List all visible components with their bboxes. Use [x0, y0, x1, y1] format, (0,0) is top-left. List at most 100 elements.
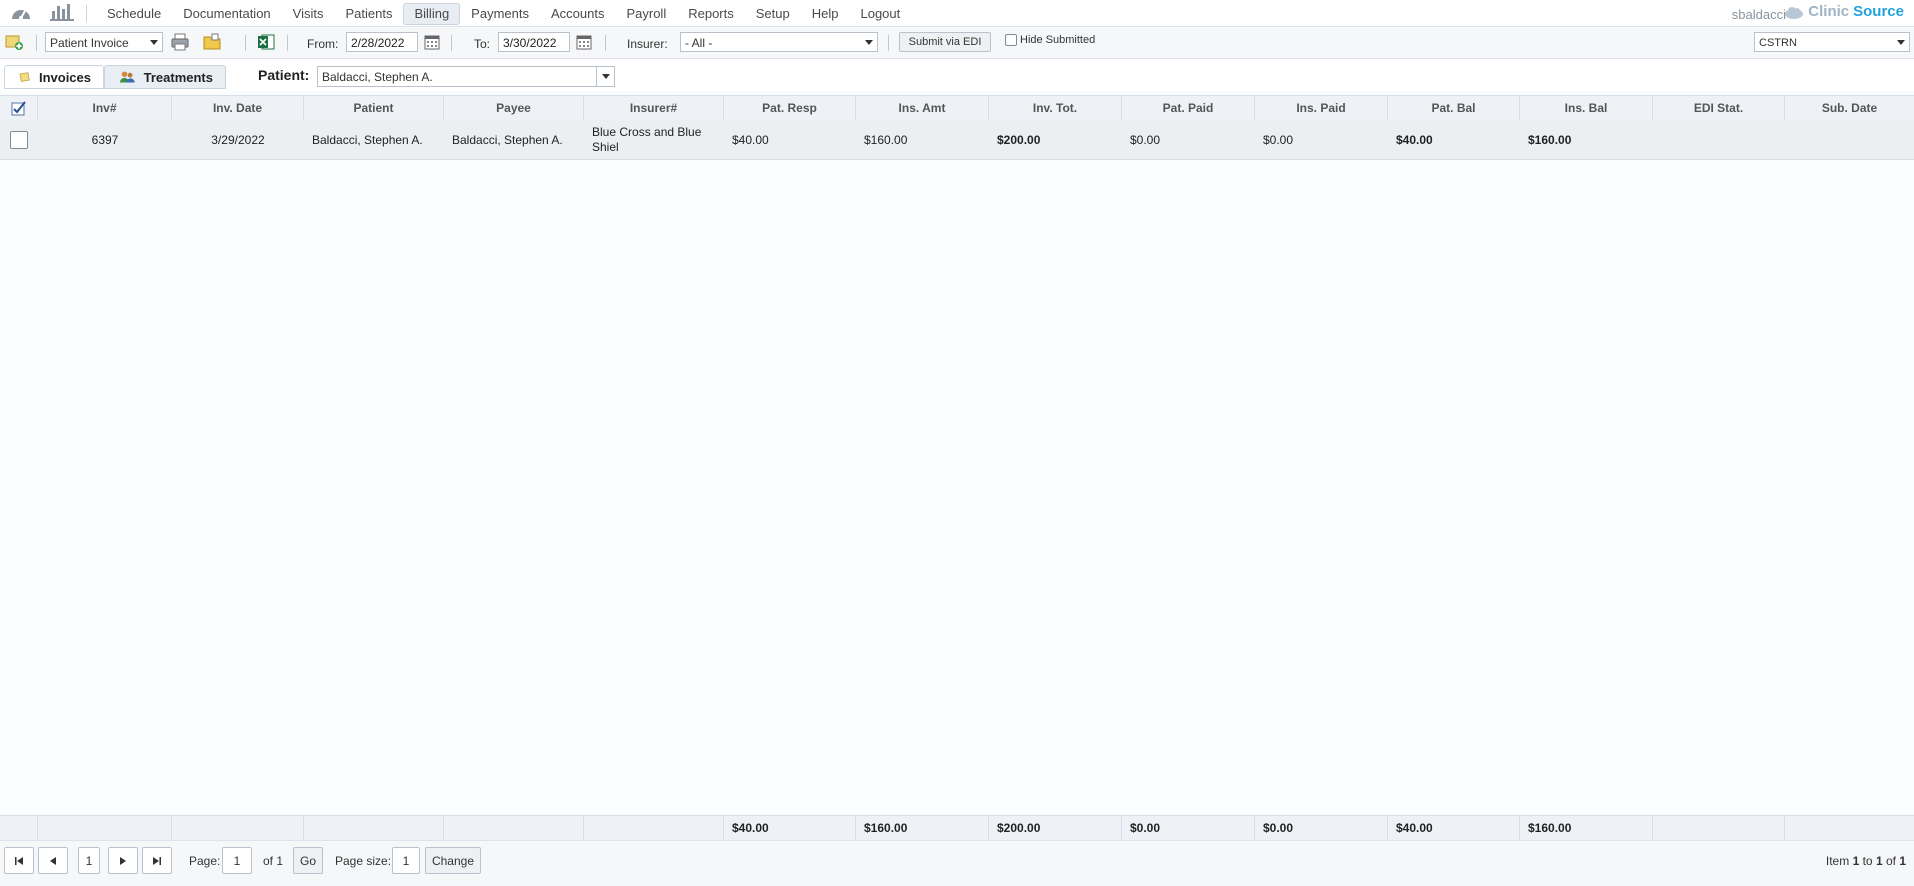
col-payee[interactable]: Payee	[444, 96, 584, 120]
page-number-input[interactable]: 1	[222, 847, 252, 874]
submit-edi-button[interactable]: Submit via EDI	[899, 32, 991, 52]
last-page-button[interactable]	[142, 847, 172, 874]
grid-header: Inv# Inv. Date Patient Payee Insurer# Pa…	[0, 95, 1914, 121]
menu-billing[interactable]: Billing	[403, 3, 461, 25]
go-button[interactable]: Go	[293, 847, 323, 874]
page-size-input[interactable]: 1	[392, 847, 420, 874]
cell-ins-paid: $0.00	[1263, 132, 1294, 147]
row-checkbox-cell	[0, 120, 38, 159]
col-sub-date[interactable]: Sub. Date	[1785, 96, 1914, 120]
cell-edi-status	[1653, 120, 1785, 159]
toolbar-separator	[605, 35, 606, 51]
col-inv-date[interactable]: Inv. Date	[172, 96, 304, 120]
toolbar-separator	[888, 35, 889, 51]
to-calendar-icon[interactable]	[576, 34, 592, 53]
prev-page-icon	[50, 856, 56, 865]
total-pat-bal: $40.00	[1388, 816, 1520, 840]
from-label: From:	[307, 37, 339, 51]
footer-blank	[1785, 816, 1914, 840]
change-button[interactable]: Change	[425, 847, 481, 874]
menu-schedule[interactable]: Schedule	[96, 3, 172, 25]
tab-invoices-label: Invoices	[38, 69, 91, 85]
brand-logo: Clinic Source	[1784, 3, 1904, 20]
toolbar-separator	[451, 35, 452, 51]
col-inv-tot[interactable]: Inv. Tot.	[989, 96, 1122, 120]
total-pat-resp: $40.00	[724, 816, 856, 840]
item-of-label: of	[1882, 854, 1900, 868]
main-menu: Schedule Documentation Visits Patients B…	[96, 3, 911, 25]
menu-visits[interactable]: Visits	[282, 3, 335, 25]
item-to-label: to	[1859, 854, 1876, 868]
cell-payee: Baldacci, Stephen A.	[452, 132, 563, 147]
cell-pat-resp: $40.00	[732, 132, 769, 147]
col-ins-amt[interactable]: Ins. Amt	[856, 96, 989, 120]
from-date-input[interactable]: 2/28/2022	[346, 32, 418, 52]
tabs-row: Invoices Treatments Patient: Baldacci, S…	[0, 59, 1914, 91]
col-pat-bal[interactable]: Pat. Bal	[1388, 96, 1520, 120]
tab-treatments-label: Treatments	[143, 69, 213, 85]
from-calendar-icon[interactable]	[424, 34, 440, 53]
cell-sub-date	[1785, 120, 1914, 159]
tab-invoices[interactable]: Invoices	[4, 65, 104, 89]
menu-setup[interactable]: Setup	[745, 3, 801, 25]
pager: 1 Page: 1 of 1 Go Page size: 1 Change It…	[0, 840, 1914, 886]
hide-submitted-label: Hide Submitted	[1020, 34, 1096, 46]
username: sbaldacci	[1731, 7, 1786, 22]
menu-payments[interactable]: Payments	[460, 3, 540, 25]
cell-ins-amt: $160.00	[864, 132, 908, 147]
report-type-value: Patient Invoice	[50, 36, 129, 50]
col-pat-paid[interactable]: Pat. Paid	[1122, 96, 1255, 120]
menu-accounts[interactable]: Accounts	[540, 3, 615, 25]
footer-blank	[304, 816, 444, 840]
location-select[interactable]: CSTRN	[1754, 32, 1910, 52]
row-checkbox[interactable]	[10, 130, 28, 149]
patient-value: Baldacci, Stephen A.	[322, 70, 433, 84]
hide-submitted-checkbox[interactable]	[1005, 34, 1017, 46]
prev-page-button[interactable]	[38, 847, 68, 874]
col-inv-number[interactable]: Inv#	[38, 96, 172, 120]
col-patient[interactable]: Patient	[304, 96, 444, 120]
table-row[interactable]: 6397 3/29/2022 Baldacci, Stephen A. Bald…	[0, 120, 1914, 160]
cell-pat-paid: $0.00	[1130, 132, 1161, 147]
item-count-text: Item 1 to 1 of 1	[1826, 854, 1906, 868]
toolbar-separator	[245, 35, 246, 51]
col-ins-paid[interactable]: Ins. Paid	[1255, 96, 1388, 120]
total-ins-bal: $160.00	[1520, 816, 1653, 840]
location-value: CSTRN	[1759, 37, 1797, 49]
page-of-label: of 1	[263, 854, 284, 868]
insurer-select[interactable]: - All -	[680, 32, 878, 52]
dashboard-icon[interactable]	[10, 4, 32, 25]
page-1-button[interactable]: 1	[78, 847, 100, 874]
tab-treatments[interactable]: Treatments	[104, 65, 226, 89]
menu-help[interactable]: Help	[801, 3, 850, 25]
export-folder-icon[interactable]	[203, 33, 221, 54]
menu-reports[interactable]: Reports	[677, 3, 745, 25]
new-invoice-icon[interactable]	[5, 33, 23, 54]
footer-blank	[1653, 816, 1785, 840]
page-label: Page:	[189, 854, 221, 868]
report-type-select[interactable]: Patient Invoice	[45, 32, 163, 52]
toolbar: Patient Invoice From: 2/28/2022 To: 3/30…	[0, 27, 1914, 59]
grid-footer: $40.00 $160.00 $200.00 $0.00 $0.00 $40.0…	[0, 815, 1914, 840]
to-label: To:	[474, 37, 491, 51]
first-page-button[interactable]	[4, 847, 34, 874]
col-ins-bal[interactable]: Ins. Bal	[1520, 96, 1653, 120]
cell-inv-tot: $200.00	[997, 132, 1041, 147]
menu-documentation[interactable]: Documentation	[172, 3, 281, 25]
col-edi-status[interactable]: EDI Stat.	[1653, 96, 1785, 120]
footer-blank	[172, 816, 304, 840]
menu-payroll[interactable]: Payroll	[615, 3, 677, 25]
bar-chart-icon[interactable]	[50, 3, 74, 24]
select-all-checkbox[interactable]	[0, 96, 38, 120]
next-page-button[interactable]	[108, 847, 138, 874]
cell-insurer: Blue Cross and Blue Shiel	[592, 124, 702, 154]
patient-select[interactable]: Baldacci, Stephen A.	[317, 66, 615, 87]
col-pat-resp[interactable]: Pat. Resp	[724, 96, 856, 120]
to-date-input[interactable]: 3/30/2022	[498, 32, 570, 52]
menu-logout[interactable]: Logout	[849, 3, 911, 25]
menu-patients[interactable]: Patients	[335, 3, 404, 25]
insurer-value: - All -	[685, 36, 713, 50]
printer-icon[interactable]	[171, 33, 189, 54]
col-insurer[interactable]: Insurer#	[584, 96, 724, 120]
excel-icon[interactable]	[257, 33, 275, 54]
